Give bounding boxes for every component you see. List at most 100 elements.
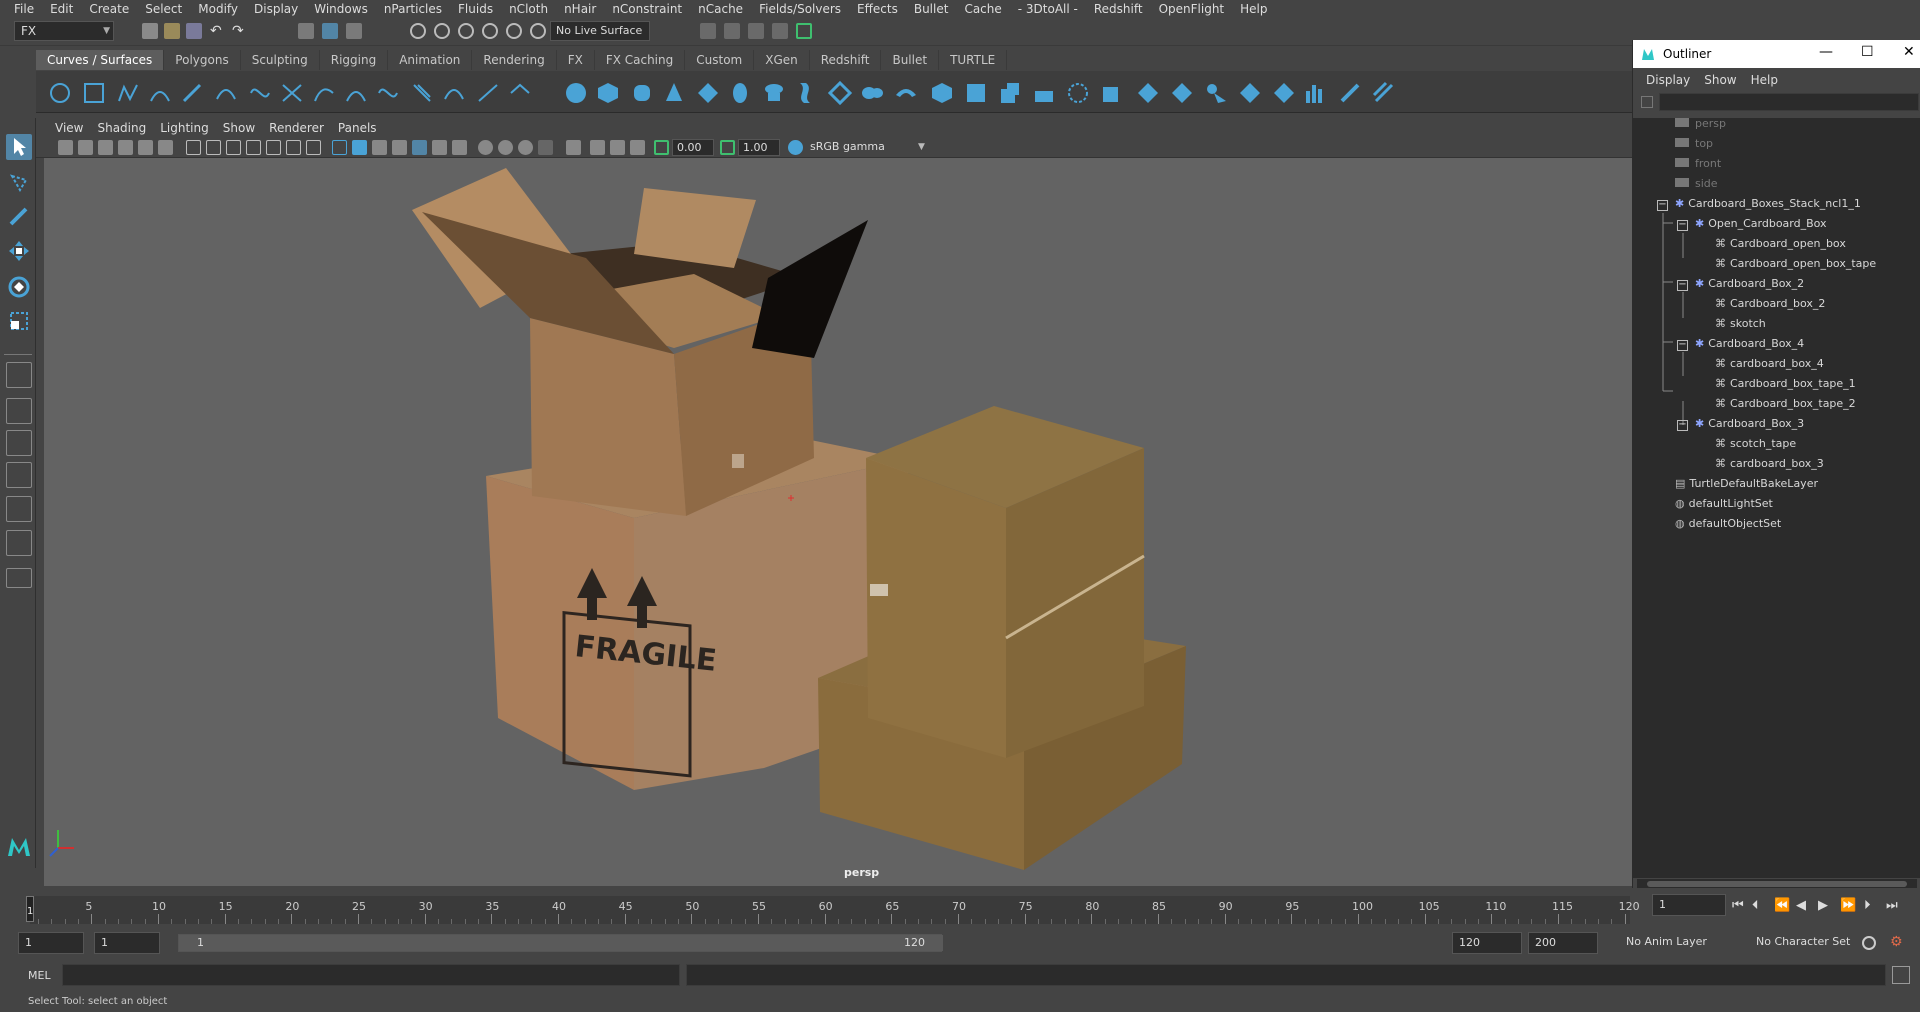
collapse-toggle[interactable]: − <box>1677 280 1688 291</box>
safe-title-icon[interactable] <box>306 140 321 155</box>
menu-cache[interactable]: Cache <box>956 0 1009 18</box>
snap-vertex-icon[interactable] <box>530 23 546 39</box>
rebuild-surface-icon[interactable] <box>1136 81 1160 105</box>
trim-tool-icon[interactable] <box>1170 81 1194 105</box>
pencil-curve-icon[interactable] <box>180 81 204 105</box>
tab-turtle[interactable]: TURTLE <box>939 50 1008 70</box>
menu-openflight[interactable]: OpenFlight <box>1151 0 1233 18</box>
tab-fx[interactable]: FX <box>557 50 595 70</box>
detach-curves-icon[interactable] <box>312 81 336 105</box>
field-chart-icon[interactable] <box>266 140 281 155</box>
outliner-item-turtle-layer[interactable]: ▤ TurtleDefaultBakeLayer <box>1675 474 1818 494</box>
render-current-frame-icon[interactable] <box>724 23 740 39</box>
panel-menu-show[interactable]: Show <box>216 121 262 135</box>
outliner-item-top[interactable]: top <box>1675 134 1713 154</box>
outliner-item-root-group[interactable]: ✱ Cardboard_Boxes_Stack_ncl1_1 <box>1675 194 1861 214</box>
outliner-item-side[interactable]: side <box>1675 174 1718 194</box>
outliner-item-skotch[interactable]: ⌘ skotch <box>1715 314 1766 334</box>
boundary-icon[interactable] <box>930 81 954 105</box>
sculpt-geometry-icon[interactable] <box>1304 81 1328 105</box>
isolate-select-icon[interactable] <box>566 140 581 155</box>
ipr-render-icon[interactable] <box>748 23 764 39</box>
extend-surface-icon[interactable] <box>1032 81 1056 105</box>
tab-fx-caching[interactable]: FX Caching <box>595 50 686 70</box>
animation-preferences-icon[interactable]: ⚙ <box>1890 934 1903 950</box>
tab-rigging[interactable]: Rigging <box>320 50 389 70</box>
command-input[interactable] <box>62 964 680 986</box>
menu-nparticles[interactable]: nParticles <box>376 0 450 18</box>
play-backward-icon[interactable]: ◀ <box>1796 898 1806 913</box>
outliner-search-input[interactable] <box>1659 93 1919 111</box>
paint-select-tool-icon[interactable] <box>6 204 32 230</box>
outliner-titlebar[interactable]: Outliner — ☐ ✕ <box>1633 40 1920 68</box>
outliner-item-scotch-tape[interactable]: ⌘ scotch_tape <box>1715 434 1796 454</box>
cv-curve-icon[interactable] <box>116 81 140 105</box>
two-d-pan-icon[interactable] <box>138 140 153 155</box>
snap-view-plane-icon[interactable] <box>482 23 498 39</box>
rotate-tool-icon[interactable] <box>6 274 32 300</box>
step-back-key-icon[interactable]: ⏪ <box>1774 898 1790 913</box>
tab-rendering[interactable]: Rendering <box>472 50 557 70</box>
four-view-layout-icon[interactable] <box>6 398 32 424</box>
scrollbar-thumb[interactable] <box>1647 881 1907 887</box>
tab-curves-surfaces[interactable]: Curves / Surfaces <box>36 50 165 70</box>
tab-bullet[interactable]: Bullet <box>881 50 940 70</box>
film-gate-icon[interactable] <box>206 140 221 155</box>
extrude-icon[interactable] <box>860 81 884 105</box>
screen-space-ao-icon[interactable] <box>478 140 493 155</box>
animation-start-field[interactable]: 1 <box>18 932 84 954</box>
menu-edit[interactable]: Edit <box>42 0 81 18</box>
snap-surface-icon[interactable] <box>506 23 522 39</box>
nurbs-sphere-icon[interactable] <box>564 81 588 105</box>
tab-redshift[interactable]: Redshift <box>810 50 882 70</box>
square-surface-icon[interactable] <box>964 81 988 105</box>
cardboard-box-tall[interactable] <box>866 406 1145 758</box>
untrim-icon[interactable] <box>1204 81 1228 105</box>
menu-ncache[interactable]: nCache <box>690 0 751 18</box>
menu-modify[interactable]: Modify <box>190 0 246 18</box>
script-language-toggle[interactable]: MEL <box>28 969 51 982</box>
snap-grid-icon[interactable] <box>410 23 426 39</box>
surface-editing-icon[interactable] <box>1338 81 1362 105</box>
outliner-item-open-box-tape[interactable]: ⌘ Cardboard_open_box_tape <box>1715 254 1876 274</box>
range-slider-bar[interactable]: 1 120 <box>178 934 943 952</box>
move-tool-icon[interactable] <box>6 238 32 264</box>
intersect-surfaces-icon[interactable] <box>1272 81 1296 105</box>
image-plane-icon[interactable] <box>118 140 133 155</box>
menu-display[interactable]: Display <box>246 0 306 18</box>
outliner-item-box4-tape2[interactable]: ⌘ Cardboard_box_tape_2 <box>1715 394 1856 414</box>
go-to-end-icon[interactable]: ⏭ <box>1886 898 1898 913</box>
revolve-icon[interactable] <box>762 81 786 105</box>
nurbs-cylinder-icon[interactable] <box>630 81 654 105</box>
nurbs-cone-icon[interactable] <box>662 81 686 105</box>
filter-icon[interactable] <box>1641 96 1653 108</box>
shadows-icon[interactable] <box>452 140 467 155</box>
hypershade-icon[interactable] <box>796 23 812 39</box>
offset-curve-icon[interactable] <box>410 81 434 105</box>
snap-curve-icon[interactable] <box>434 23 450 39</box>
menu-help[interactable]: Help <box>1232 0 1275 18</box>
outliner-item-box3[interactable]: ⌘ cardboard_box_3 <box>1715 454 1824 474</box>
menu-set-select[interactable]: FX ▼ <box>14 21 114 41</box>
panel-menu-lighting[interactable]: Lighting <box>153 121 216 135</box>
nurbs-cube-icon[interactable] <box>596 81 620 105</box>
tab-xgen[interactable]: XGen <box>754 50 810 70</box>
xray-icon[interactable] <box>590 140 605 155</box>
menu-windows[interactable]: Windows <box>306 0 376 18</box>
render-settings-icon[interactable] <box>772 23 788 39</box>
animation-end-field[interactable]: 200 <box>1528 932 1598 954</box>
default-material-icon[interactable] <box>372 140 387 155</box>
grid-icon[interactable] <box>186 140 201 155</box>
menu-bullet[interactable]: Bullet <box>906 0 957 18</box>
nurbs-torus-icon[interactable] <box>728 81 752 105</box>
outliner-item-box4-group[interactable]: ✱ Cardboard_Box_4 <box>1695 334 1804 354</box>
collapse-toggle[interactable]: − <box>1677 420 1688 431</box>
grease-pencil-icon[interactable] <box>158 140 173 155</box>
auto-key-icon[interactable] <box>1862 936 1876 950</box>
close-icon[interactable]: ✕ <box>1903 44 1915 60</box>
arc-tool-icon[interactable] <box>214 81 238 105</box>
camera-attributes-icon[interactable] <box>78 140 93 155</box>
textured-icon[interactable] <box>412 140 427 155</box>
outliner-item-box4-tape1[interactable]: ⌘ Cardboard_box_tape_1 <box>1715 374 1856 394</box>
character-set-select[interactable]: No Character Set <box>1750 932 1866 954</box>
